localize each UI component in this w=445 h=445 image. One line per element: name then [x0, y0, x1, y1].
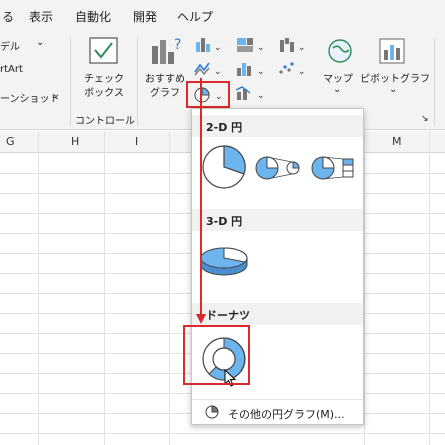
column-header-h[interactable]: H [71, 135, 79, 148]
hierarchy-chart-icon[interactable]: ⌄ [234, 36, 268, 54]
svg-text:⌄: ⌄ [298, 67, 306, 77]
menu-item-view[interactable]: 表示 [29, 8, 53, 25]
bar-of-pie-icon[interactable] [310, 153, 358, 183]
scatter-chart-icon[interactable]: ⌄ [277, 60, 309, 78]
column-header-g[interactable]: G [6, 135, 15, 148]
more-pie-charts-item[interactable]: その他の円グラフ(M)... [192, 399, 363, 423]
statistic-chart-icon[interactable]: ⌄ [234, 60, 268, 78]
arrow-head-icon [196, 314, 206, 324]
grid-line [0, 433, 445, 434]
svg-text:?: ? [174, 37, 181, 53]
menu-item-home[interactable]: る [2, 8, 14, 25]
chevron-down-icon[interactable]: ⌄ [52, 89, 60, 100]
pivot-chart-icon[interactable] [377, 36, 407, 66]
pie-of-pie-icon[interactable] [254, 153, 304, 183]
arrow-connector [200, 78, 202, 316]
checkbox-label-1[interactable]: チェック [84, 70, 124, 85]
column-chart-icon[interactable]: ⌄ [193, 36, 225, 54]
section-donut-label: ドーナツ [206, 309, 250, 322]
control-group-label: コントロール [75, 116, 135, 127]
pie-2d-icon[interactable] [200, 143, 248, 191]
grid-line [169, 131, 170, 445]
column-header-i[interactable]: I [135, 135, 138, 148]
ribbon-models-label[interactable]: デル [0, 38, 20, 53]
ribbon-divider [70, 38, 71, 126]
pie-chart-highlight [186, 81, 230, 108]
checkbox-icon[interactable] [88, 36, 120, 66]
grid-line [429, 131, 430, 445]
column-header-m[interactable]: M [392, 135, 402, 148]
chevron-down-icon[interactable]: ⌄ [333, 84, 341, 95]
section-header-2d-pie: 2-D 円 [192, 115, 363, 137]
pivot-label[interactable]: ピボットグラフ [360, 70, 430, 85]
line-chart-icon[interactable]: ⌄ [193, 60, 225, 78]
combo-chart-icon[interactable]: ⌄ [234, 84, 268, 102]
menu-bar: る 表示 自動化 開発 ヘルプ [0, 0, 445, 30]
section-2d-pie-label: 2-D 円 [206, 121, 243, 134]
menu-item-automate[interactable]: 自動化 [75, 8, 111, 25]
svg-text:⌄: ⌄ [298, 43, 306, 53]
chevron-down-icon[interactable]: ⌄ [389, 84, 397, 95]
ribbon-screenshot-label[interactable]: ーンショット [0, 90, 60, 105]
more-pie-charts-label[interactable]: その他の円グラフ(M)... [228, 406, 345, 422]
pie-chart-icon [205, 405, 219, 419]
globe-icon[interactable] [325, 36, 355, 66]
grid-line [104, 131, 105, 445]
waterfall-chart-icon[interactable]: ⌄ [277, 36, 309, 54]
ribbon-divider [137, 38, 138, 126]
donut-highlight [183, 325, 250, 385]
menu-item-help[interactable]: ヘルプ [177, 8, 213, 25]
chevron-down-icon[interactable]: ⌄ [36, 37, 44, 48]
checkbox-label-2[interactable]: ボックス [84, 84, 124, 99]
recommended-chart-icon[interactable]: ? [150, 36, 184, 66]
grid-line [38, 131, 39, 445]
recommended-label-2[interactable]: グラフ [143, 84, 187, 99]
ribbon-divider [434, 38, 435, 126]
svg-text:⌄: ⌄ [214, 67, 222, 77]
pie-3d-icon[interactable] [198, 242, 250, 280]
recommended-label-1[interactable]: おすすめ [143, 70, 187, 85]
svg-text:⌄: ⌄ [257, 67, 265, 77]
svg-text:⌄: ⌄ [257, 43, 265, 53]
section-header-3d-pie: 3-D 円 [192, 209, 363, 231]
section-3d-pie-label: 3-D 円 [206, 215, 243, 228]
grid-line [364, 131, 365, 445]
menu-item-developer[interactable]: 開発 [133, 8, 157, 25]
svg-text:⌄: ⌄ [214, 43, 222, 53]
ribbon-smartart-label[interactable]: rtArt [0, 64, 23, 75]
svg-text:⌄: ⌄ [257, 91, 265, 101]
section-header-donut: ドーナツ [192, 303, 363, 325]
map-label[interactable]: マップ [323, 70, 353, 85]
dialog-launcher-icon[interactable]: ↘ [421, 114, 429, 124]
